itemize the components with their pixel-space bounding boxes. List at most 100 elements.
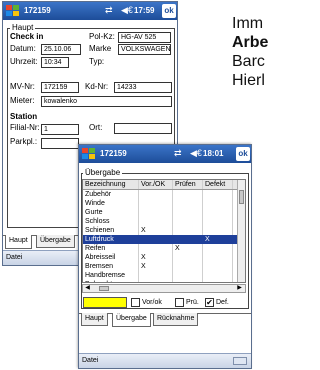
row-defekt: [203, 190, 233, 199]
doc-line-4: Hierl: [232, 72, 265, 89]
pruefen-checkbox[interactable]: [175, 298, 184, 307]
uhrzeit-label: Uhrzeit:: [10, 57, 38, 66]
table-row[interactable]: Luftdruck X: [83, 235, 239, 244]
row-bezeichnung: Schloss: [83, 217, 139, 226]
row-defekt: [203, 217, 233, 226]
window-title: 172159: [24, 6, 51, 15]
checkin-heading: Check in: [10, 32, 44, 41]
menu-datei[interactable]: Datei: [82, 357, 98, 364]
row-bezeichnung: Winde: [83, 199, 139, 208]
tab-uebergabe[interactable]: Übergabe: [112, 313, 151, 327]
horizontal-scrollbar[interactable]: ◀ ▶: [82, 284, 246, 293]
parkpl-field[interactable]: [41, 138, 79, 149]
row-vor-ok: X: [139, 253, 173, 262]
scroll-right-icon[interactable]: ▶: [235, 285, 244, 292]
window-title: 172159: [100, 149, 127, 158]
mieter-field[interactable]: kowalenko: [41, 96, 172, 107]
vertical-scrollbar[interactable]: [237, 180, 245, 282]
typ-field[interactable]: [118, 57, 171, 68]
uebergabe-grid[interactable]: Bezeichnung Vor./OK Prüfen Defekt Zubehö…: [82, 179, 246, 283]
row-defekt: [203, 226, 233, 235]
filialnr-field[interactable]: 1: [41, 124, 79, 135]
tab-bar: Haupt Übergabe Rücknahme: [79, 313, 251, 331]
volume-icon[interactable]: ◀€: [121, 5, 133, 16]
tab-haupt[interactable]: Haupt: [81, 313, 108, 326]
row-bezeichnung: Beleuchtung: [83, 280, 139, 282]
volume-icon[interactable]: ◀€: [190, 148, 202, 159]
table-row[interactable]: Schienen X: [83, 226, 239, 235]
haupt-group-label: Haupt: [10, 23, 36, 32]
row-defekt: [203, 199, 233, 208]
table-row[interactable]: Winde: [83, 199, 239, 208]
ok-button[interactable]: ok: [162, 4, 176, 18]
table-row[interactable]: Gurte: [83, 208, 239, 217]
row-pruefen: X: [173, 244, 203, 253]
table-row[interactable]: Abreisseil X: [83, 253, 239, 262]
hscroll-thumb[interactable]: [99, 286, 109, 291]
doc-line-3: Barc: [232, 53, 265, 70]
clock[interactable]: 18:01: [203, 149, 223, 158]
marke-field[interactable]: VOLKSWAGEN: [118, 44, 171, 55]
row-defekt: [203, 253, 233, 262]
row-vor-ok: [139, 199, 173, 208]
row-bezeichnung: Bremsen: [83, 262, 139, 271]
row-vor-ok: X: [139, 262, 173, 271]
connectivity-icon[interactable]: ⇄: [105, 5, 113, 16]
col-vor-ok[interactable]: Vor./OK: [139, 180, 173, 189]
row-bezeichnung: Handbremse: [83, 271, 139, 280]
row-bezeichnung: Abreisseil: [83, 253, 139, 262]
row-vor-ok: [139, 217, 173, 226]
ok-button[interactable]: ok: [236, 147, 250, 161]
row-defekt: X: [203, 235, 233, 244]
col-bezeichnung[interactable]: Bezeichnung: [83, 180, 139, 189]
row-vor-ok: X: [139, 226, 173, 235]
row-vor-ok: [139, 280, 173, 282]
station-heading: Station: [10, 112, 38, 121]
table-row[interactable]: Zubehör: [83, 190, 239, 199]
highlight-field[interactable]: [83, 297, 127, 308]
row-vor-ok: [139, 271, 173, 280]
vor-ok-checkbox[interactable]: [131, 298, 140, 307]
defekt-checkbox[interactable]: ✔: [205, 298, 214, 307]
datum-label: Datum:: [10, 44, 36, 53]
menu-datei[interactable]: Datei: [6, 254, 22, 261]
row-pruefen: [173, 235, 203, 244]
row-vor-ok: [139, 208, 173, 217]
col-defekt[interactable]: Defekt: [203, 180, 233, 189]
clock[interactable]: 17:59: [134, 6, 154, 15]
scroll-thumb[interactable]: [239, 190, 244, 204]
uhrzeit-field[interactable]: 10:34: [41, 57, 69, 68]
mvnr-field[interactable]: 172159: [41, 82, 79, 93]
row-pruefen: [173, 199, 203, 208]
row-pruefen: [173, 262, 203, 271]
row-defekt: [203, 208, 233, 217]
table-row[interactable]: Reifen X: [83, 244, 239, 253]
scroll-left-icon[interactable]: ◀: [83, 285, 92, 292]
ort-field[interactable]: [114, 123, 172, 134]
tab-ruecknahme[interactable]: Rücknahme: [153, 313, 199, 326]
table-row[interactable]: Beleuchtung: [83, 280, 239, 282]
filialnr-label: Filial-Nr:: [10, 123, 40, 132]
table-row[interactable]: Bremsen X: [83, 262, 239, 271]
col-pruefen[interactable]: Prüfen: [173, 180, 203, 189]
table-row[interactable]: Schloss: [83, 217, 239, 226]
keyboard-icon[interactable]: [233, 357, 247, 365]
marke-label: Marke: [89, 44, 112, 53]
table-row[interactable]: Handbremse: [83, 271, 239, 280]
datum-field[interactable]: 25.10.06: [41, 44, 81, 55]
row-pruefen: [173, 208, 203, 217]
title-bar: 172159 ⇄ ◀€ 17:59 ok: [3, 2, 177, 20]
row-pruefen: [173, 217, 203, 226]
row-pruefen: [173, 226, 203, 235]
kdnr-field[interactable]: 14233: [114, 82, 172, 93]
mieter-label: Mieter:: [10, 96, 35, 105]
connectivity-icon[interactable]: ⇄: [174, 148, 182, 159]
tab-haupt[interactable]: Haupt: [5, 235, 32, 249]
menu-bar: Datei: [79, 353, 251, 368]
polkz-field[interactable]: HG-AV 525: [118, 32, 171, 43]
start-menu-icon[interactable]: [82, 148, 95, 160]
start-menu-icon[interactable]: [6, 5, 19, 17]
parkpl-label: Parkpl.:: [10, 137, 38, 146]
row-vor-ok: [139, 235, 173, 244]
tab-uebergabe[interactable]: Übergabe: [36, 235, 75, 248]
